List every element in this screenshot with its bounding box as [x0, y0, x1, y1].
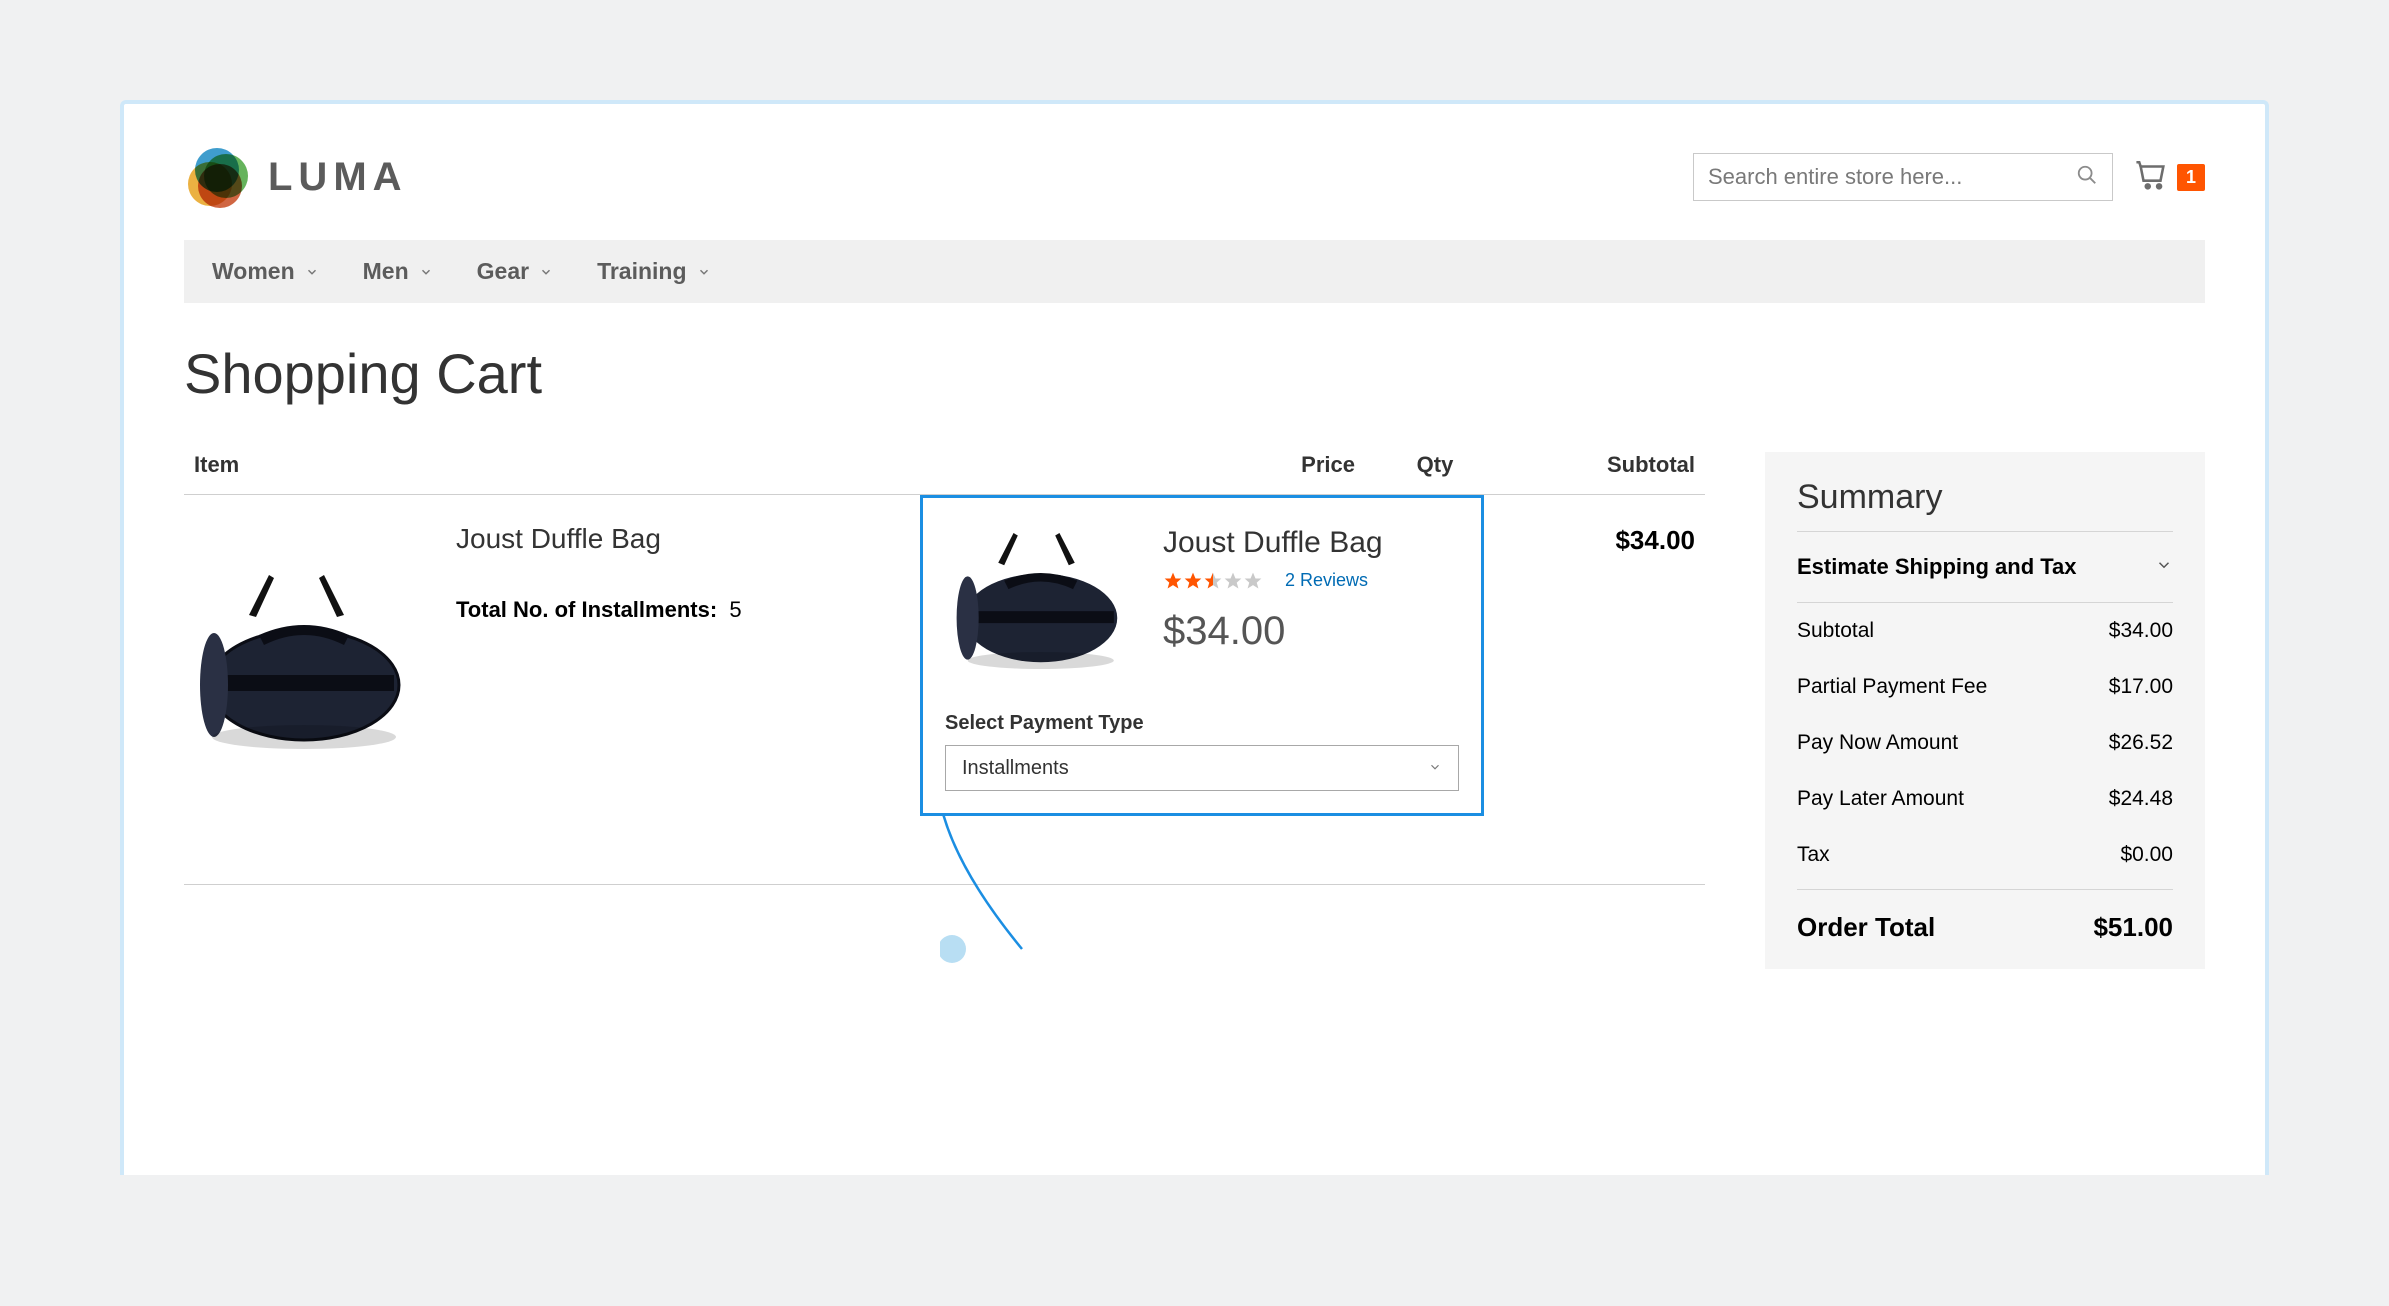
nav-label: Gear [477, 258, 529, 285]
nav-label: Training [597, 258, 686, 285]
summary-line-label: Pay Later Amount [1797, 787, 1964, 811]
search-input[interactable] [1708, 164, 2076, 190]
rating-stars-icon [1163, 571, 1263, 591]
overlay-right: Joust Duffle Bag 2 Reviews [1163, 516, 1459, 654]
cart-icon [2135, 158, 2169, 197]
nav-item-men[interactable]: Men [363, 258, 433, 285]
nav-item-women[interactable]: Women [212, 258, 319, 285]
nav-label: Women [212, 258, 295, 285]
chevron-down-icon [1428, 757, 1442, 780]
chevron-down-icon [697, 265, 711, 279]
summary-line-label: Subtotal [1797, 619, 1874, 643]
overlay-product-image [945, 516, 1145, 686]
cart-row: Joust Duffle Bag Total No. of Installmen… [184, 495, 1705, 885]
summary-line-value: $0.00 [2120, 843, 2173, 867]
overlay-product-name[interactable]: Joust Duffle Bag [1163, 526, 1459, 560]
summary-line-label: Tax [1797, 843, 1830, 867]
summary-total: Order Total $51.00 [1797, 889, 2173, 943]
overlay-meta: 2 Reviews [1163, 570, 1459, 591]
summary-panel: Summary Estimate Shipping and Tax Subtot… [1765, 452, 2205, 969]
chevron-down-icon [2155, 554, 2173, 580]
estimate-label: Estimate Shipping and Tax [1797, 554, 2077, 580]
brand-name: LUMA [268, 155, 408, 200]
summary-line: Tax $0.00 [1797, 827, 2173, 883]
chevron-down-icon [539, 265, 553, 279]
summary-line-value: $34.00 [2109, 619, 2173, 643]
nav-item-gear[interactable]: Gear [477, 258, 553, 285]
reviews-link[interactable]: 2 Reviews [1285, 570, 1368, 591]
header-right: 1 [1693, 153, 2205, 201]
logo[interactable]: LUMA [184, 144, 408, 210]
chevron-down-icon [419, 265, 433, 279]
logo-mark-icon [184, 144, 250, 210]
col-qty: Qty [1355, 452, 1515, 478]
summary-line-value: $24.48 [2109, 787, 2173, 811]
summary-line-label: Partial Payment Fee [1797, 675, 1987, 699]
nav-label: Men [363, 258, 409, 285]
product-detail-overlay: Joust Duffle Bag 2 Reviews [920, 495, 1484, 816]
summary-line: Partial Payment Fee $17.00 [1797, 659, 2173, 715]
summary-line-value: $17.00 [2109, 675, 2173, 699]
col-price: Price [1195, 452, 1355, 478]
mini-cart[interactable]: 1 [2135, 158, 2205, 197]
main-nav: Women Men Gear Training [184, 240, 2205, 303]
summary-line: Pay Later Amount $24.48 [1797, 771, 2173, 827]
summary-line-label: Pay Now Amount [1797, 731, 1958, 755]
search-icon[interactable] [2076, 164, 2098, 191]
estimate-shipping-toggle[interactable]: Estimate Shipping and Tax [1797, 532, 2173, 603]
payment-type-label: Select Payment Type [945, 712, 1459, 735]
overlay-price: $34.00 [1163, 609, 1459, 654]
installments-value: 5 [729, 597, 741, 622]
app-window: LUMA 1 Women Men [120, 100, 2269, 1175]
col-subtotal: Subtotal [1515, 452, 1695, 478]
page-title: Shopping Cart [184, 341, 2205, 406]
cart-count-badge: 1 [2177, 164, 2205, 191]
col-item: Item [194, 452, 1195, 478]
cart-table-header: Item Price Qty Subtotal [184, 452, 1705, 495]
summary-line: Pay Now Amount $26.52 [1797, 715, 2173, 771]
product-image[interactable] [194, 545, 424, 775]
cell-subtotal: $34.00 [1515, 519, 1695, 884]
content-columns: Item Price Qty Subtotal [184, 452, 2205, 969]
payment-type-select[interactable]: Installments [945, 745, 1459, 791]
summary-line-value: $26.52 [2109, 731, 2173, 755]
total-label: Order Total [1797, 912, 1935, 943]
nav-item-training[interactable]: Training [597, 258, 710, 285]
summary-title: Summary [1797, 478, 2173, 532]
total-value: $51.00 [2093, 912, 2173, 943]
summary-line: Subtotal $34.00 [1797, 603, 2173, 659]
chevron-down-icon [305, 265, 319, 279]
search-box[interactable] [1693, 153, 2113, 201]
cart-table: Item Price Qty Subtotal [184, 452, 1705, 885]
payment-type-value: Installments [962, 757, 1069, 780]
overlay-top: Joust Duffle Bag 2 Reviews [945, 516, 1459, 686]
installments-label: Total No. of Installments: [456, 597, 717, 622]
header: LUMA 1 [184, 136, 2205, 234]
